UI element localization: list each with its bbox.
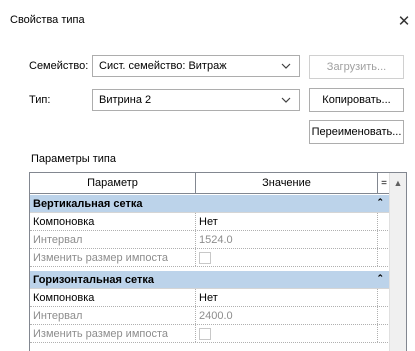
- collapse-icon[interactable]: ⌃: [376, 197, 384, 208]
- close-icon: ✕: [397, 13, 411, 30]
- collapse-icon[interactable]: ⌃: [376, 273, 384, 284]
- column-header-value[interactable]: Значение: [196, 173, 378, 193]
- scroll-up-icon[interactable]: ▲: [390, 173, 406, 193]
- table-row: Интервал 2400.0: [30, 307, 390, 325]
- resize-mullion-checkbox: [199, 251, 211, 264]
- table-row: Изменить размер импоста: [30, 325, 390, 343]
- group-header-horizontal-grid[interactable]: Горизонтальная сетка ⌃: [30, 271, 390, 289]
- properties-grid: Параметр Значение = Вертикальная сетка ⌃…: [29, 172, 407, 351]
- param-name: Компоновка: [30, 289, 196, 306]
- table-row[interactable]: Компоновка Нет: [30, 289, 390, 307]
- family-label: Семейство:: [29, 60, 89, 72]
- table-row: Интервал 1524.0: [30, 231, 390, 249]
- load-button[interactable]: Загрузить...: [309, 55, 404, 79]
- param-value[interactable]: Нет: [196, 213, 378, 230]
- param-value[interactable]: Нет: [196, 289, 378, 306]
- family-dropdown-value: Сист. семейство: Витраж: [99, 60, 227, 72]
- type-dropdown[interactable]: Витрина 2: [92, 89, 300, 111]
- rename-button[interactable]: Переименовать...: [309, 120, 404, 144]
- param-value: 1524.0: [196, 231, 378, 248]
- grid-rows: Вертикальная сетка ⌃ Компоновка Нет Инте…: [30, 195, 390, 343]
- title-bar: Свойства типа ✕: [0, 0, 415, 44]
- grid-header: Параметр Значение =: [30, 173, 390, 194]
- type-label: Тип:: [29, 94, 51, 106]
- type-parameters-label: Параметры типа: [31, 153, 116, 165]
- type-dropdown-value: Витрина 2: [99, 94, 152, 106]
- param-name: Интервал: [30, 231, 196, 248]
- vertical-scrollbar[interactable]: ▲: [389, 173, 406, 351]
- param-value: 2400.0: [196, 307, 378, 324]
- chevron-down-icon: [281, 97, 291, 103]
- group-title: Горизонтальная сетка: [33, 273, 155, 286]
- param-name: Компоновка: [30, 213, 196, 230]
- param-name: Изменить размер импоста: [30, 249, 196, 266]
- group-title: Вертикальная сетка: [33, 197, 143, 210]
- param-name: Изменить размер импоста: [30, 325, 196, 342]
- param-value: [196, 325, 378, 342]
- close-button[interactable]: ✕: [393, 10, 415, 32]
- table-row: Изменить размер импоста: [30, 249, 390, 267]
- param-name: Интервал: [30, 307, 196, 324]
- group-header-vertical-grid[interactable]: Вертикальная сетка ⌃: [30, 195, 390, 213]
- column-header-parameter[interactable]: Параметр: [30, 173, 196, 193]
- family-dropdown[interactable]: Сист. семейство: Витраж: [92, 55, 300, 77]
- window-title: Свойства типа: [10, 14, 85, 26]
- copy-button[interactable]: Копировать...: [309, 88, 404, 112]
- table-row[interactable]: Компоновка Нет: [30, 213, 390, 231]
- chevron-down-icon: [281, 63, 291, 69]
- resize-mullion-checkbox: [199, 327, 211, 340]
- param-value: [196, 249, 378, 266]
